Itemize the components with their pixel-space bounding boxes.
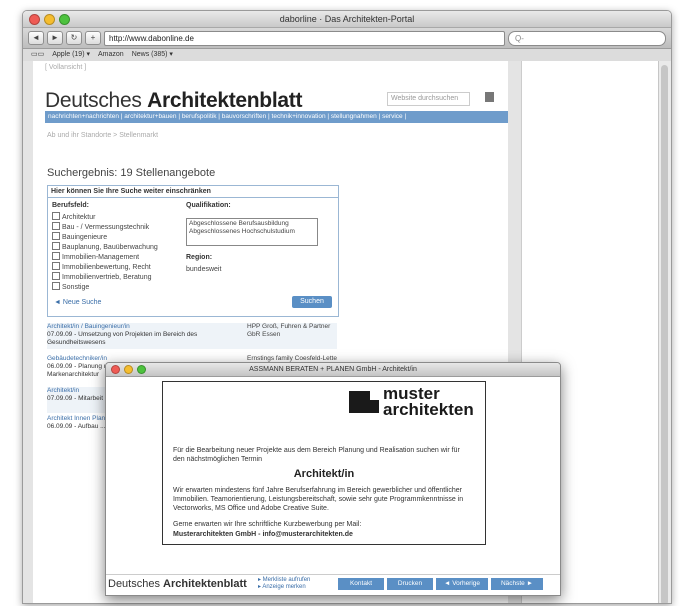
address-bar[interactable]: http://www.dabonline.de [104,30,505,46]
job-ad-popup: ASSMANN BERATEN + PLANEN GmbH - Architek… [105,362,561,596]
region-label: Region: [186,254,213,261]
add-bookmark-button[interactable]: + [85,31,101,45]
print-button[interactable]: Drucken [387,578,433,590]
site-search-button[interactable] [485,92,494,102]
popup-footer-logo: Deutsches Architektenblatt [108,578,247,590]
ad-closing: Gerne erwarten wir Ihre schriftliche Kur… [173,521,362,528]
forward-button[interactable]: ► [47,31,63,45]
window-title: daborline · Das Architekten-Portal [279,14,415,24]
window-titlebar: daborline · Das Architekten-Portal [23,11,671,28]
region-value[interactable]: bundesweit [186,266,221,273]
logo-block-icon [349,391,379,413]
anzeige-merken-link[interactable]: ▸ Anzeige merken [258,584,310,591]
back-button[interactable]: ◄ [28,31,44,45]
berufsfeld-label: Berufsfeld: [52,202,89,209]
filter-checkbox[interactable]: Immobilienbewertung, Recht [52,262,151,271]
popup-titlebar: ASSMANN BERATEN + PLANEN GmbH - Architek… [106,363,560,377]
popup-title: ASSMANN BERATEN + PLANEN GmbH - Architek… [249,366,417,373]
result-title: Suchergebnis: 19 Stellenangebote [47,167,216,179]
filter-checkbox[interactable]: Bauplanung, Bauüberwachung [52,242,158,251]
ad-intro: Für die Bearbeitung neuer Projekte aus d… [173,447,460,463]
muster-architekten-logo: muster architekten [349,385,479,426]
breadcrumb[interactable]: Ab und ihr Standorte > Stellenmarkt [47,132,158,139]
qualifikation-option[interactable]: Abgeschlossenes Hochschulstudium [189,228,315,236]
bookmark-news[interactable]: News (385) ▾ [132,49,173,61]
previous-button[interactable]: ◄ Vorherige [436,578,488,590]
ad-body: Wir erwarten mindestens fünf Jahre Beruf… [173,487,464,512]
contact-button[interactable]: Kontakt [338,578,384,590]
job-ad: muster architekten Für die Bearbeitung ne… [162,381,486,545]
site-logo[interactable]: Deutsches Architektenblatt [45,89,302,113]
reload-button[interactable]: ↻ [66,31,82,45]
vertical-scrollbar[interactable] [658,61,671,603]
qualifikation-select[interactable]: Abgeschlossene Berufsausbildung Abgeschl… [186,218,318,246]
popup-close-button[interactable] [111,365,120,374]
ad-contact[interactable]: Musterarchitekten GmbH - info@musterarch… [173,530,473,539]
popup-window-controls [111,365,146,374]
popup-minimize-button[interactable] [124,365,133,374]
next-button[interactable]: Nächste ► [491,578,543,590]
popup-zoom-button[interactable] [137,365,146,374]
filter-box: Hier können Sie Ihre Suche weiter einsch… [47,185,339,317]
filter-checkbox[interactable]: Sonstige [52,282,89,291]
scrollbar-thumb[interactable] [661,65,668,603]
main-navigation[interactable]: nachrichten+nachrichten | architektur+ba… [45,111,508,123]
filter-checkbox[interactable]: Architektur [52,212,95,221]
listing-title[interactable]: Architekt/in / Bauingenieur/in [47,323,237,331]
filter-heading: Hier können Sie Ihre Suche weiter einsch… [48,186,338,198]
browser-search-field[interactable]: Q- [508,30,666,46]
bookmarks-icon[interactable]: ▭▭ [31,49,44,61]
top-crumb[interactable]: [ Vollansicht ] [45,64,86,71]
zoom-window-button[interactable] [59,14,70,25]
bookmark-apple[interactable]: Apple (19) ▾ [52,49,90,61]
popup-footer: Deutsches Architektenblatt ▸ Merkliste a… [106,574,560,595]
filter-checkbox[interactable]: Immobilien-Management [52,252,139,261]
listing-company: HPP Groß, Fuhren & Partner GbR Essen [247,323,331,338]
browser-toolbar: ◄ ► ↻ + http://www.dabonline.de Q- [23,28,671,49]
site-search-input[interactable]: Website durchsuchen [387,92,470,106]
qualifikation-label: Qualifikation: [186,202,231,209]
listing-text: 07.09.09 - Umsetzung von Projekten im Be… [47,331,198,346]
listing-item[interactable]: Architekt/in / Bauingenieur/in 07.09.09 -… [47,323,337,349]
qualifikation-option[interactable]: Abgeschlossene Berufsausbildung [189,220,315,228]
ad-position: Architekt/in [293,468,355,480]
new-search-link[interactable]: ◄ Neue Suche [54,299,101,306]
filter-checkbox[interactable]: Bau - / Vermessungstechnik [52,222,149,231]
popup-links: ▸ Merkliste aufrufen ▸ Anzeige merken [258,577,310,591]
merkliste-link[interactable]: ▸ Merkliste aufrufen [258,577,310,584]
search-button[interactable]: Suchen [292,296,332,308]
minimize-window-button[interactable] [44,14,55,25]
bookmark-amazon[interactable]: Amazon [98,49,124,61]
window-controls [29,14,70,25]
filter-checkbox[interactable]: Immobilienvertrieb, Beratung [52,272,152,281]
filter-checkbox[interactable]: Bauingenieure [52,232,107,241]
logo-line-2: architekten [383,400,474,419]
close-window-button[interactable] [29,14,40,25]
